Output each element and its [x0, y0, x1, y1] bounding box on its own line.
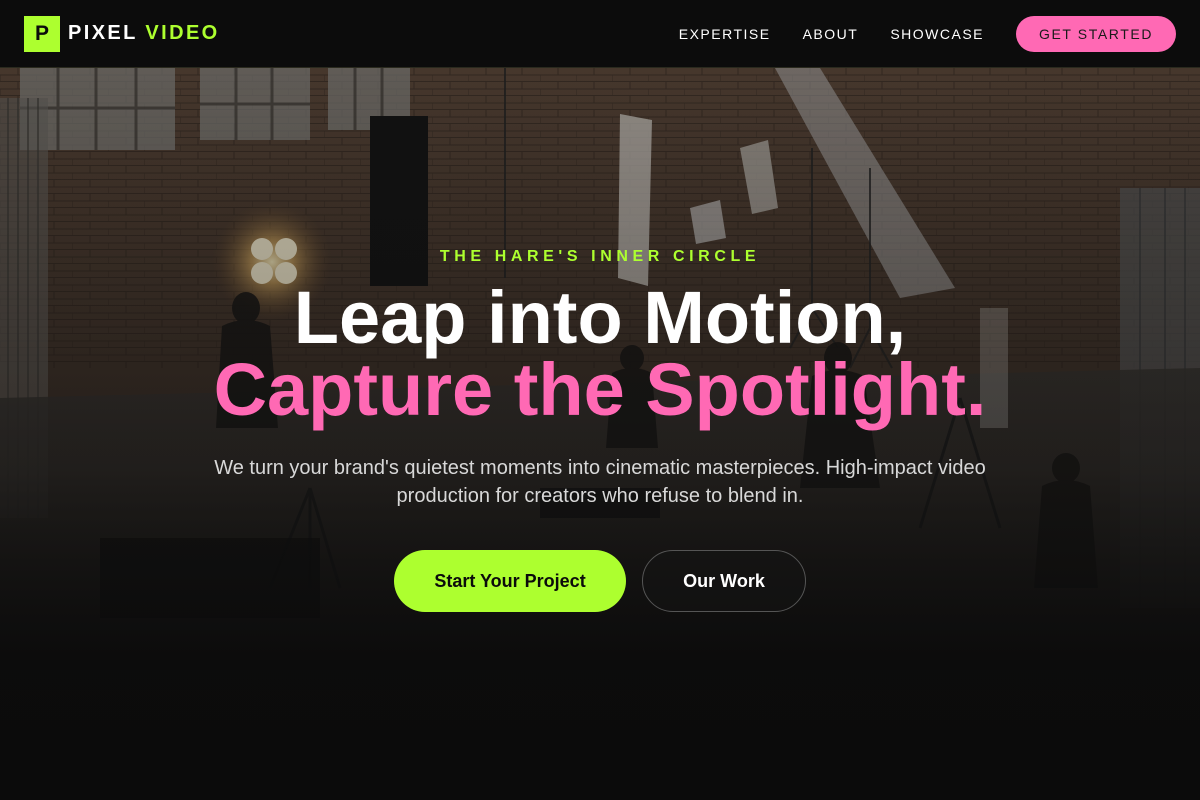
headline-line-2: Capture the Spotlight. [213, 348, 987, 431]
main-nav: EXPERTISE ABOUT SHOWCASE GET STARTED [679, 15, 1176, 52]
top-navbar: P PIXEL VIDEO EXPERTISE ABOUT SHOWCASE G… [0, 0, 1200, 68]
hero-eyebrow: THE HARE'S INNER CIRCLE [439, 248, 761, 265]
nav-link-showcase[interactable]: SHOWCASE [890, 26, 984, 42]
get-started-button[interactable]: GET STARTED [1016, 15, 1176, 52]
brand-word-pixel: PIXEL [68, 22, 138, 44]
headline-line-1: Leap into Motion, [293, 276, 907, 359]
nav-link-expertise[interactable]: EXPERTISE [679, 26, 771, 42]
brand-name: PIXEL VIDEO [68, 22, 220, 45]
hero-cta-group: Start Your Project Our Work [0, 550, 1200, 612]
nav-link-about[interactable]: ABOUT [803, 26, 859, 42]
hero-subtitle: We turn your brand's quietest moments in… [214, 457, 986, 507]
start-project-button[interactable]: Start Your Project [394, 550, 626, 612]
hero-section: THE HARE'S INNER CIRCLE Leap into Motion… [0, 68, 1200, 800]
brand-logo[interactable]: P PIXEL VIDEO [24, 15, 220, 52]
hero-dark-overlay [0, 68, 1200, 800]
brand-word-video: VIDEO [145, 22, 220, 44]
logo-mark: P [24, 15, 60, 52]
hero-headline: Leap into Motion, Capture the Spotlight. [0, 276, 1200, 431]
our-work-button[interactable]: Our Work [642, 550, 806, 612]
